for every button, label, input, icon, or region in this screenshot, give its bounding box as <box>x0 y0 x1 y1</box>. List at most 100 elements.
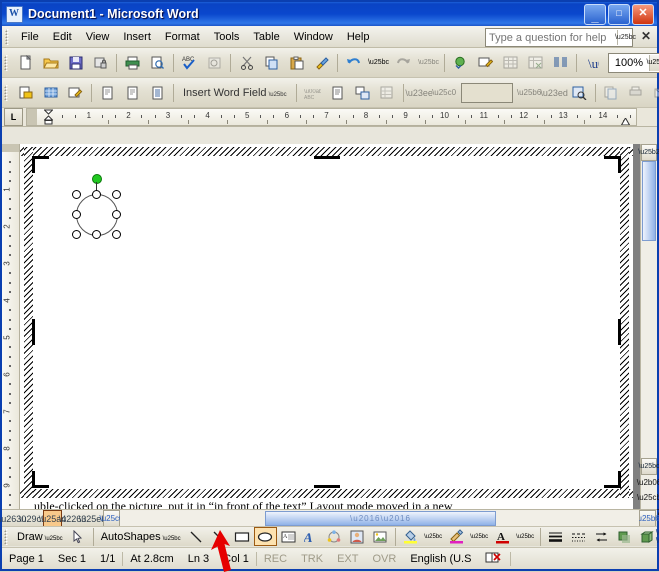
save-icon[interactable] <box>63 51 88 75</box>
horizontal-ruler-band[interactable]: 123456789101112131415 <box>26 108 637 126</box>
dash-style-icon[interactable] <box>567 527 590 546</box>
insert-hyperlink-icon[interactable] <box>448 51 473 75</box>
paste-icon[interactable] <box>284 51 309 75</box>
research-icon[interactable] <box>202 51 227 75</box>
text-box-icon[interactable]: A <box>277 527 300 546</box>
match-fields-icon[interactable] <box>350 81 375 105</box>
selection-handle-se[interactable] <box>112 230 121 239</box>
menu-bar-grip[interactable] <box>5 28 12 45</box>
menu-window[interactable]: Window <box>287 29 340 45</box>
first-line-indent-marker[interactable] <box>43 109 54 125</box>
vertical-scroll-thumb[interactable] <box>642 161 656 241</box>
open-icon[interactable] <box>38 51 63 75</box>
line-color-dropdown-icon[interactable]: \u25bc <box>468 527 491 546</box>
font-color-dropdown-icon[interactable]: \u25bc <box>514 527 537 546</box>
status-extend-selection[interactable]: EXT <box>330 553 365 565</box>
insert-clip-art-icon[interactable] <box>346 527 369 546</box>
insert-table-icon[interactable] <box>498 51 523 75</box>
insert-address-block-icon[interactable] <box>95 81 120 105</box>
select-objects-icon[interactable] <box>67 527 90 546</box>
view-merged-data-icon[interactable]: \u00ab\u00bbABC <box>300 81 325 105</box>
line-icon[interactable] <box>185 527 208 546</box>
insert-picture-icon[interactable] <box>369 527 392 546</box>
oval-icon[interactable] <box>253 527 277 546</box>
undo-icon[interactable] <box>341 51 366 75</box>
shadow-style-icon[interactable] <box>613 527 636 546</box>
rotation-handle[interactable] <box>92 174 102 184</box>
status-record-mode[interactable]: REC <box>257 553 294 565</box>
horizontal-ruler[interactable]: L 123456789101112131415 <box>2 108 657 127</box>
menu-view[interactable]: View <box>79 29 117 45</box>
last-record-icon[interactable]: \u23ed <box>540 81 568 105</box>
tab-selector-button[interactable]: L <box>4 108 23 126</box>
draw-menu-button[interactable]: Draw \u25bc <box>13 531 67 543</box>
selection-handle-s[interactable] <box>92 230 101 239</box>
propagate-labels-icon[interactable] <box>375 81 400 105</box>
oval-autoshape[interactable] <box>66 174 126 239</box>
permission-icon[interactable] <box>88 51 113 75</box>
3d-style-icon[interactable] <box>636 527 659 546</box>
line-color-icon[interactable] <box>445 527 468 546</box>
line-style-icon[interactable] <box>544 527 567 546</box>
selection-handle-ne[interactable] <box>112 190 121 199</box>
standard-toolbar-grip[interactable] <box>4 54 11 71</box>
selection-handle-sw[interactable] <box>72 230 81 239</box>
autoshapes-menu-button[interactable]: AutoShapes \u25bc <box>97 531 185 543</box>
next-record-icon[interactable]: \u25b6 <box>517 81 542 105</box>
undo-dropdown-icon[interactable]: \u25bc <box>366 51 391 75</box>
open-data-source-icon[interactable] <box>38 81 63 105</box>
horizontal-scroll-track[interactable]: \u2016\u2016 <box>120 511 639 526</box>
document-page[interactable]: uble-clicked on the picture, put it in “… <box>20 144 633 520</box>
zoom-control[interactable]: 100% \u25bc <box>608 52 659 73</box>
ask-a-question-box[interactable]: \u25bc <box>485 28 636 47</box>
insert-word-field-dropdown[interactable]: Insert Word Field \u25bc <box>177 85 293 101</box>
highlight-merge-fields-icon[interactable] <box>325 81 350 105</box>
selection-handle-nw[interactable] <box>72 190 81 199</box>
scroll-left-button[interactable]: \u25c0 <box>99 510 124 527</box>
vertical-ruler[interactable]: 12345678910 <box>2 144 20 552</box>
spelling-grammar-icon[interactable]: ABC <box>177 51 202 75</box>
merge-to-new-document-icon[interactable] <box>599 81 624 105</box>
first-record-icon[interactable]: \u23ee <box>405 81 433 105</box>
close-button[interactable]: ✕ <box>632 4 654 25</box>
insert-wordart-icon[interactable]: A <box>300 527 323 546</box>
tables-and-borders-icon[interactable] <box>473 51 498 75</box>
menu-tools[interactable]: Tools <box>207 29 247 45</box>
selection-handle-n[interactable] <box>92 190 101 199</box>
print-preview-icon[interactable] <box>145 51 170 75</box>
redo-dropdown-icon[interactable]: \u25bc <box>416 51 441 75</box>
insert-diagram-icon[interactable] <box>323 527 346 546</box>
select-browse-object-button[interactable]: \u25cb <box>637 490 659 505</box>
menu-help[interactable]: Help <box>340 29 377 45</box>
menu-edit[interactable]: Edit <box>46 29 79 45</box>
print-icon[interactable] <box>120 51 145 75</box>
vertical-scroll-track[interactable] <box>641 241 657 458</box>
main-document-setup-icon[interactable] <box>13 81 38 105</box>
chevron-down-icon[interactable]: \u25bc <box>615 30 636 45</box>
insert-greeting-line-icon[interactable] <box>120 81 145 105</box>
horizontal-scroll-thumb[interactable]: \u2016\u2016 <box>265 511 496 526</box>
status-language[interactable]: English (U.S <box>403 553 478 565</box>
selection-handle-w[interactable] <box>72 210 81 219</box>
merge-to-printer-icon[interactable] <box>624 81 649 105</box>
fill-color-icon[interactable] <box>399 527 422 546</box>
format-painter-icon[interactable] <box>309 51 334 75</box>
fill-color-dropdown-icon[interactable]: \u25bc <box>422 527 445 546</box>
right-indent-marker[interactable] <box>620 116 631 125</box>
insert-excel-worksheet-icon[interactable] <box>523 51 548 75</box>
arrow-icon[interactable] <box>208 527 231 546</box>
minimize-button[interactable]: _ <box>584 4 606 25</box>
selection-handle-e[interactable] <box>112 210 121 219</box>
scroll-down-button[interactable]: \u25bc <box>638 458 659 475</box>
close-document-button[interactable]: ✕ <box>641 29 651 43</box>
vertical-scrollbar[interactable]: \u25b2 \u25bc \u2b06 \u25cb \u2b07 <box>637 144 659 520</box>
mail-merge-recipients-icon[interactable] <box>63 81 88 105</box>
menu-table[interactable]: Table <box>246 29 286 45</box>
arrow-style-icon[interactable] <box>590 527 613 546</box>
menu-format[interactable]: Format <box>158 29 207 45</box>
record-number-input[interactable] <box>460 82 513 103</box>
show-hide-formatting-icon[interactable]: \u00b6 <box>580 51 605 75</box>
rectangle-icon[interactable] <box>231 527 254 546</box>
font-color-icon[interactable]: A <box>491 527 514 546</box>
redo-icon[interactable] <box>391 51 416 75</box>
